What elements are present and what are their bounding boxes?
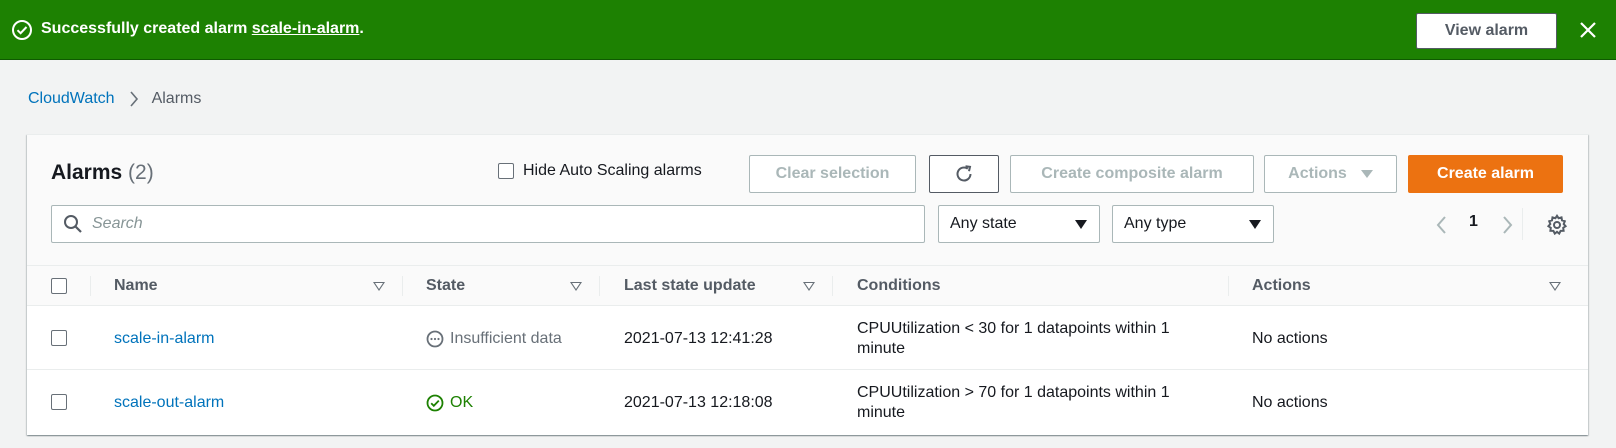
state-cell: Insufficient data xyxy=(426,307,562,370)
create-composite-alarm-button[interactable]: Create composite alarm xyxy=(1010,155,1254,193)
caret-down-icon xyxy=(1360,170,1373,178)
view-alarm-button[interactable]: View alarm xyxy=(1416,13,1557,49)
pager-divider xyxy=(1522,208,1523,240)
state-text: OK xyxy=(450,393,474,411)
type-filter-value: Any type xyxy=(1124,215,1187,232)
breadcrumb-cloudwatch[interactable]: CloudWatch xyxy=(28,90,115,108)
caret-down-icon xyxy=(1075,219,1087,229)
check-circle-icon xyxy=(426,394,444,411)
table-row: scale-in-alarm Insufficient data 2021-07… xyxy=(27,307,1588,370)
last-update-text: 2021-07-13 12:18:08 xyxy=(624,393,773,411)
close-icon[interactable] xyxy=(1578,20,1598,40)
success-flash-banner: Successfully created alarm scale-in-alar… xyxy=(0,0,1616,60)
column-header-name[interactable]: Name xyxy=(114,266,158,306)
alarms-container: Alarms (2) Hide Auto Scaling alarms Clea… xyxy=(27,134,1588,435)
page-number[interactable]: 1 xyxy=(1469,213,1478,231)
row-checkbox[interactable] xyxy=(51,394,67,410)
breadcrumb-alarms: Alarms xyxy=(151,90,202,107)
sort-icon[interactable] xyxy=(1549,282,1561,291)
hide-autoscaling-label: Hide Auto Scaling alarms xyxy=(523,162,702,179)
flash-alarm-link[interactable]: scale-in-alarm xyxy=(252,20,360,37)
caret-down-icon xyxy=(1249,219,1261,229)
check-circle-icon xyxy=(12,20,32,40)
refresh-icon xyxy=(956,165,972,182)
table-header: Name State Last state update Conditions … xyxy=(27,266,1588,306)
clear-selection-button[interactable]: Clear selection xyxy=(749,155,916,193)
state-cell: OK xyxy=(426,371,473,434)
state-filter-select[interactable]: Any state xyxy=(938,205,1100,243)
chevron-right-icon xyxy=(129,91,138,107)
hide-autoscaling-checkbox[interactable] xyxy=(498,163,514,179)
column-header-state[interactable]: State xyxy=(426,266,465,306)
search-input[interactable] xyxy=(90,214,870,234)
chevron-left-icon[interactable] xyxy=(1432,215,1452,235)
flash-message: Successfully created alarm scale-in-alar… xyxy=(41,19,364,39)
create-alarm-button[interactable]: Create alarm xyxy=(1408,155,1563,193)
column-header-actions: Actions xyxy=(1252,277,1311,294)
state-text: Insufficient data xyxy=(450,329,562,347)
column-header-last-update[interactable]: Last state update xyxy=(624,266,756,306)
sort-icon[interactable] xyxy=(570,282,582,291)
row-checkbox[interactable] xyxy=(51,330,67,346)
table-row: scale-out-alarm OK 2021-07-13 12:18:08 C… xyxy=(27,371,1588,434)
last-update-text: 2021-07-13 12:41:28 xyxy=(624,329,773,347)
flash-message-prefix: Successfully created alarm xyxy=(41,20,252,37)
column-header-conditions: Conditions xyxy=(857,277,941,294)
sort-icon[interactable] xyxy=(803,282,815,291)
alarm-name-link[interactable]: scale-out-alarm xyxy=(114,394,224,412)
actions-text: No actions xyxy=(1252,393,1328,411)
breadcrumb: CloudWatch Alarms xyxy=(28,90,201,108)
column-divider xyxy=(1228,276,1229,296)
conditions-text: CPUUtilization > 70 for 1 datapoints wit… xyxy=(857,383,1170,421)
refresh-button[interactable] xyxy=(929,155,999,193)
search-box[interactable] xyxy=(51,205,925,243)
state-filter-value: Any state xyxy=(950,215,1017,232)
sort-icon[interactable] xyxy=(373,282,385,291)
type-filter-select[interactable]: Any type xyxy=(1112,205,1274,243)
page-title: Alarms (2) xyxy=(51,160,154,186)
column-divider xyxy=(90,276,91,296)
flash-message-suffix: . xyxy=(359,20,364,37)
conditions-text: CPUUtilization < 30 for 1 datapoints wit… xyxy=(857,319,1170,357)
column-divider xyxy=(402,276,403,296)
chevron-right-icon[interactable] xyxy=(1497,215,1517,235)
column-divider xyxy=(599,276,600,296)
alarms-count: (2) xyxy=(128,161,154,184)
hide-autoscaling-toggle[interactable]: Hide Auto Scaling alarms xyxy=(498,162,702,180)
alarm-name-link[interactable]: scale-in-alarm xyxy=(114,330,214,348)
column-divider xyxy=(832,276,833,296)
actions-text: No actions xyxy=(1252,329,1328,347)
search-icon xyxy=(64,215,82,233)
ellipsis-circle-icon xyxy=(426,330,444,347)
actions-dropdown-button[interactable]: Actions xyxy=(1264,155,1397,193)
actions-label: Actions xyxy=(1288,165,1347,182)
alarms-title: Alarms xyxy=(51,161,123,184)
alarms-header: Alarms (2) Hide Auto Scaling alarms Clea… xyxy=(27,135,1588,266)
select-all-checkbox[interactable] xyxy=(51,278,67,294)
gear-icon[interactable] xyxy=(1546,214,1568,236)
